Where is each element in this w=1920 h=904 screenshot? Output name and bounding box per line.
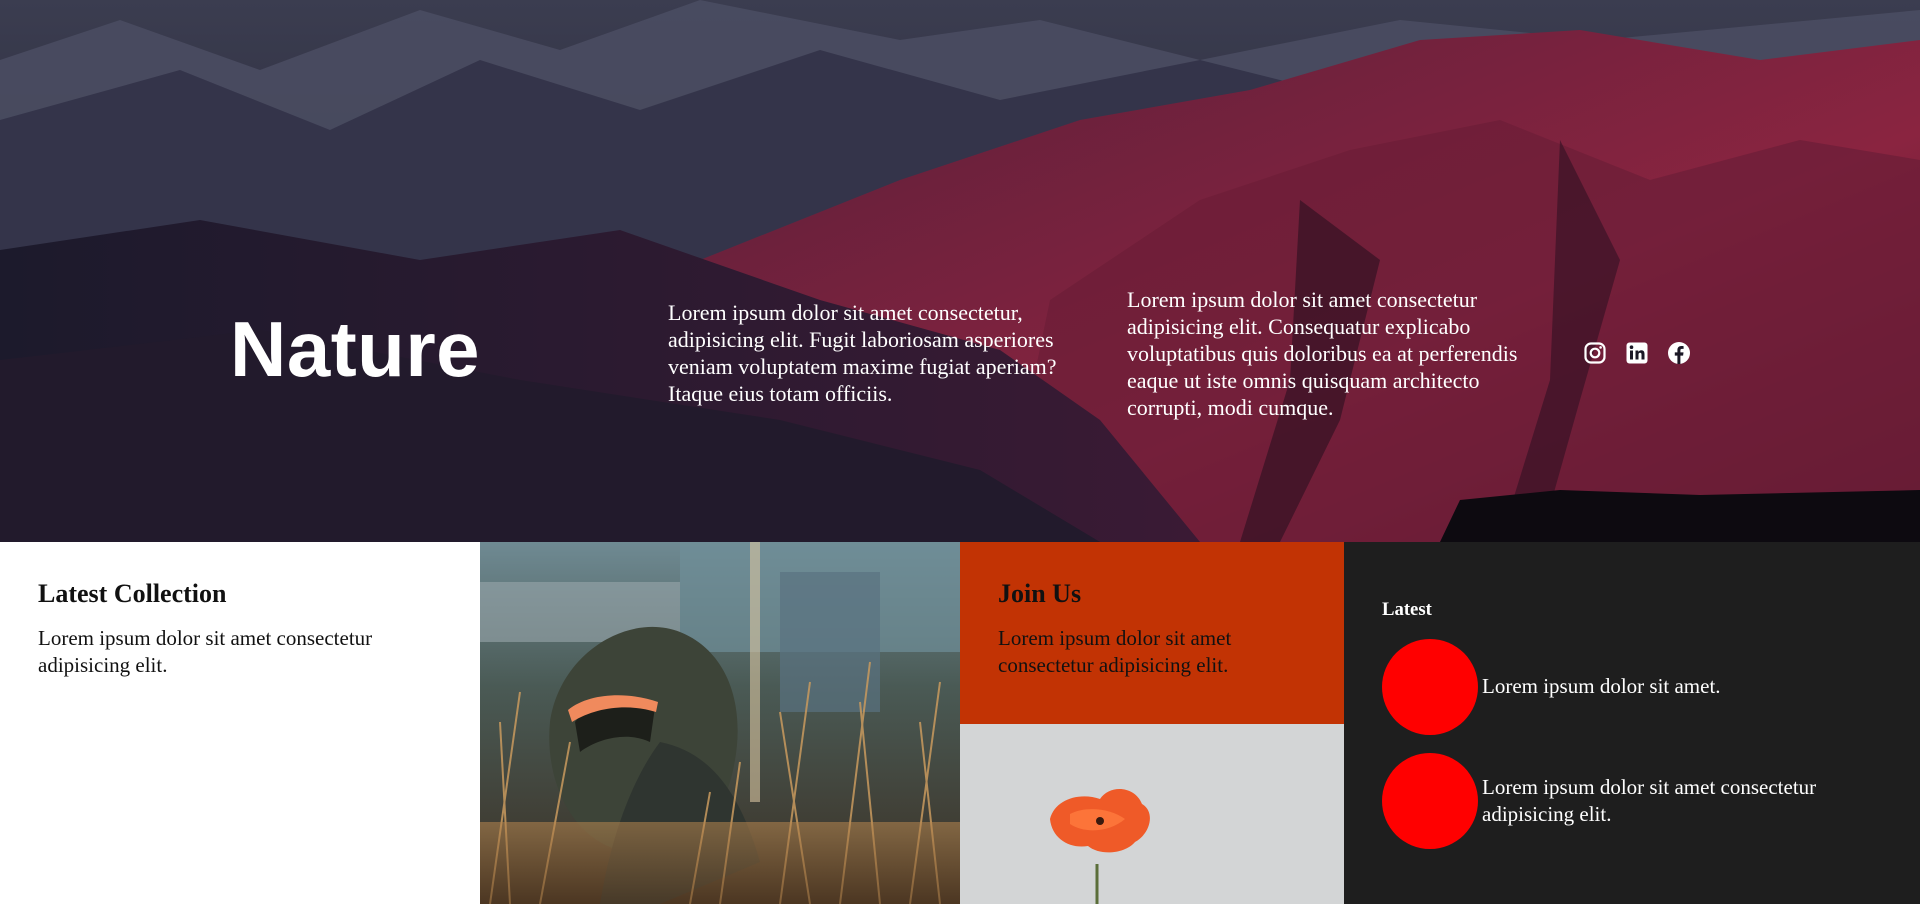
latest-panel: Latest Lorem ipsum dolor sit amet. Lorem… — [1344, 542, 1920, 904]
instagram-icon[interactable] — [1583, 341, 1607, 365]
latest-item-text: Lorem ipsum dolor sit amet. — [1482, 674, 1721, 699]
poppy-illustration — [960, 724, 1344, 904]
join-us-text: Lorem ipsum dolor sit amet consectetur a… — [998, 625, 1232, 677]
join-us-panel[interactable]: Join Us Lorem ipsum dolor sit amet conse… — [960, 542, 1344, 724]
linkedin-icon[interactable] — [1625, 341, 1649, 365]
latest-collection-heading: Latest Collection — [38, 579, 227, 608]
hero-paragraph-one: Lorem ipsum dolor sit amet consectetur, … — [668, 300, 1057, 406]
latest-item[interactable]: Lorem ipsum dolor sit amet consectetur a… — [1382, 752, 1882, 849]
latest-item-thumbnail[interactable] — [1382, 752, 1478, 849]
facebook-icon[interactable] — [1667, 341, 1691, 365]
join-us-column: Join Us Lorem ipsum dolor sit amet conse… — [960, 542, 1344, 904]
social-links — [1583, 341, 1691, 365]
hero-title: Nature — [230, 305, 481, 393]
latest-item-thumbnail[interactable] — [1382, 638, 1478, 735]
hooded-person-image — [480, 542, 960, 904]
hero-section: Nature Lorem ipsum dolor sit amet consec… — [0, 0, 1920, 542]
latest-heading: Latest — [1382, 598, 1432, 620]
latest-item-text: Lorem ipsum dolor sit amet consectetur a… — [1482, 774, 1817, 826]
hero-paragraph-two: Lorem ipsum dolor sit amet consectetur a… — [1127, 287, 1518, 420]
latest-collection-panel: Latest Collection Lorem ipsum dolor sit … — [0, 542, 480, 904]
latest-collection-text: Lorem ipsum dolor sit amet consectetur a… — [38, 625, 373, 677]
poppy-flower-image — [960, 724, 1344, 904]
mountain-background-image — [0, 0, 1920, 542]
content-grid: Latest Collection Lorem ipsum dolor sit … — [0, 542, 1920, 904]
latest-item[interactable]: Lorem ipsum dolor sit amet. — [1382, 638, 1882, 735]
hooded-person-illustration — [480, 542, 960, 904]
join-us-heading: Join Us — [998, 579, 1082, 608]
